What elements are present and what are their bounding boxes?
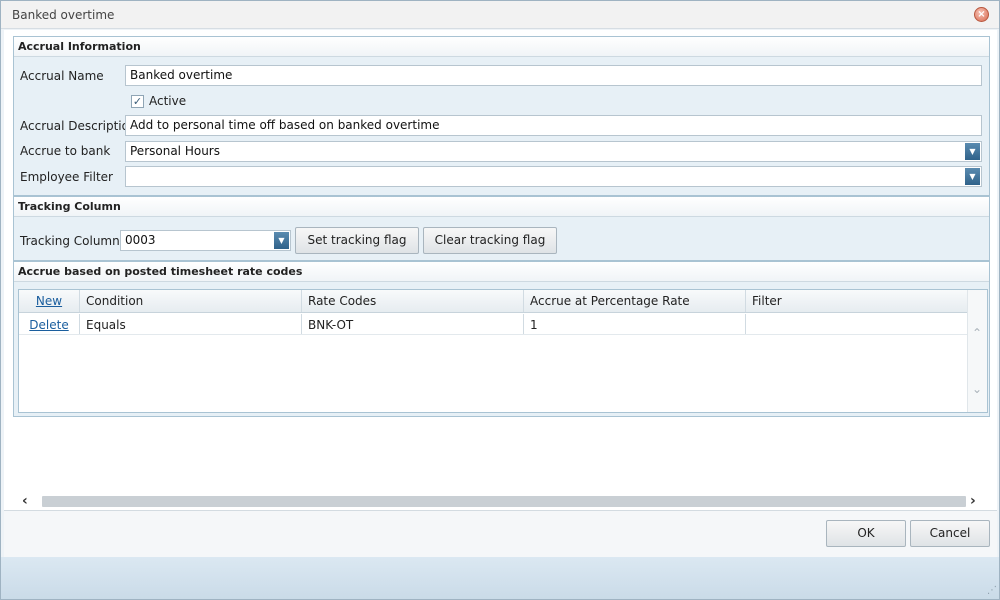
window-title: Banked overtime: [12, 8, 115, 22]
column-header-rate-codes[interactable]: Rate Codes: [302, 290, 524, 312]
rate-codes-grid: New Condition Rate Codes Accrue at Perce…: [18, 289, 988, 413]
clear-tracking-flag-button[interactable]: Clear tracking flag: [423, 227, 557, 254]
close-icon[interactable]: ×: [974, 7, 989, 22]
scroll-right-icon[interactable]: ›: [970, 493, 976, 509]
tracking-column-title: Tracking Column: [14, 197, 989, 217]
column-header-percentage-rate[interactable]: Accrue at Percentage Rate: [524, 290, 746, 312]
dialog-content: Accrual Information Accrual Name Banked …: [4, 30, 997, 510]
scroll-left-icon[interactable]: ‹: [22, 493, 28, 509]
chevron-down-icon[interactable]: ▼: [274, 232, 289, 249]
active-checkbox[interactable]: ✓: [131, 95, 144, 108]
employee-filter-select[interactable]: ▼: [125, 166, 982, 187]
rate-codes-title: Accrue based on posted timesheet rate co…: [14, 262, 989, 282]
accrual-description-label: Accrual Description: [20, 119, 137, 133]
delete-link-text[interactable]: Delete: [29, 318, 68, 332]
tracking-column-group: Tracking Column Tracking Column 0003 ▼ S…: [13, 196, 990, 261]
new-link-text[interactable]: New: [36, 294, 62, 308]
rate-codes-group: Accrue based on posted timesheet rate co…: [13, 261, 990, 417]
active-label: Active: [149, 94, 187, 108]
accrue-to-bank-label: Accrue to bank: [20, 144, 111, 158]
scroll-up-icon[interactable]: ⌃: [972, 326, 982, 340]
column-header-filter[interactable]: Filter: [746, 290, 969, 312]
grid-vertical-scrollbar[interactable]: ⌃ ⌄: [967, 290, 987, 412]
employee-filter-label: Employee Filter: [20, 170, 113, 184]
accrual-information-title: Accrual Information: [14, 37, 989, 57]
resize-grip-icon[interactable]: ⋰: [987, 585, 997, 596]
dialog-footer: OK Cancel: [4, 510, 997, 557]
horizontal-scrollbar[interactable]: ‹ ›: [18, 493, 990, 510]
column-header-condition[interactable]: Condition: [80, 290, 302, 312]
accrue-to-bank-select[interactable]: Personal Hours ▼: [125, 141, 982, 162]
cell-rate-codes[interactable]: BNK-OT: [302, 314, 524, 334]
status-bar: ⋰: [1, 557, 999, 599]
scroll-down-icon[interactable]: ⌄: [972, 382, 982, 396]
table-row: Delete Equals BNK-OT 1: [19, 314, 969, 335]
grid-header: New Condition Rate Codes Accrue at Perce…: [19, 290, 969, 313]
ok-button[interactable]: OK: [826, 520, 906, 547]
tracking-column-value: 0003: [125, 233, 156, 247]
accrue-to-bank-value: Personal Hours: [130, 144, 220, 158]
cell-filter[interactable]: [746, 314, 969, 334]
tracking-column-label: Tracking Column: [20, 234, 120, 248]
accrual-description-input[interactable]: Add to personal time off based on banked…: [125, 115, 982, 136]
new-link[interactable]: New: [19, 290, 80, 312]
cancel-button[interactable]: Cancel: [910, 520, 990, 547]
chevron-down-icon[interactable]: ▼: [965, 143, 980, 160]
scrollbar-thumb[interactable]: [42, 496, 966, 507]
chevron-down-icon[interactable]: ▼: [965, 168, 980, 185]
title-bar: Banked overtime ×: [1, 1, 999, 29]
dialog-window: Banked overtime × Accrual Information Ac…: [0, 0, 1000, 600]
accrual-name-label: Accrual Name: [20, 69, 104, 83]
delete-link[interactable]: Delete: [19, 314, 80, 334]
accrual-name-input[interactable]: Banked overtime: [125, 65, 982, 86]
cell-percentage-rate[interactable]: 1: [524, 314, 746, 334]
cell-condition[interactable]: Equals: [80, 314, 302, 334]
accrual-information-group: Accrual Information Accrual Name Banked …: [13, 36, 990, 196]
set-tracking-flag-button[interactable]: Set tracking flag: [295, 227, 419, 254]
tracking-column-select[interactable]: 0003 ▼: [120, 230, 291, 251]
